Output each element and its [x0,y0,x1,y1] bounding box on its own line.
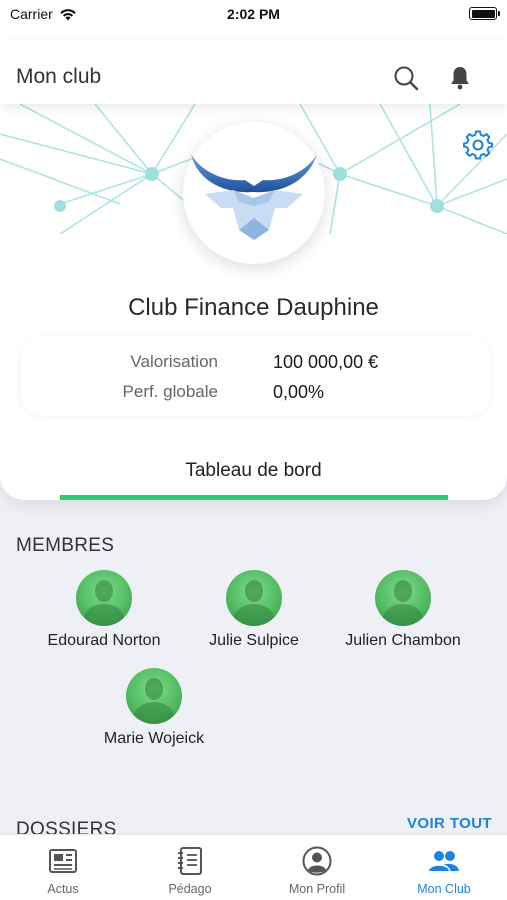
tab-label: Mon Club [417,882,471,896]
members-section-title: MEMBRES [16,535,115,556]
tab-label: Mon Profil [288,882,346,896]
stat-value: 0,00% [273,382,325,402]
bell-icon[interactable] [446,64,474,92]
stat-value: 100 000,00 € [273,352,379,372]
member-card[interactable]: Julien Chambon [328,570,478,650]
profile-icon [302,846,332,876]
club-header-card: Club Finance Dauphine Valorisation 100 0… [0,104,507,500]
group-icon [429,851,459,871]
member-name: Edourad Norton [47,632,161,649]
member-avatar [375,570,431,626]
status-bar: Carrier 2:02 PM [0,0,507,40]
club-name: Club Finance Dauphine [128,294,379,321]
member-name: Marie Wojeick [103,730,205,747]
member-avatar [126,668,182,724]
stat-label: Valorisation [130,352,218,371]
tab-actus[interactable]: Actus [0,835,126,900]
tab-dashboard[interactable]: Tableau de bord [0,460,507,482]
club-logo [183,122,325,264]
bottom-tab-bar: Actus Pédago Mon Profil Mon Club [0,834,507,900]
member-avatar [226,570,282,626]
member-card[interactable]: Edourad Norton [29,570,179,650]
search-icon[interactable] [392,64,420,92]
notebook-icon [178,847,202,875]
member-card[interactable]: Julie Sulpice [179,570,329,650]
tab-mon-profil[interactable]: Mon Profil [254,835,380,900]
bull-logo-icon [191,154,317,240]
tab-mon-club[interactable]: Mon Club [381,835,507,900]
top-navbar: Mon club [0,40,507,104]
newspaper-icon [49,849,77,873]
tab-label: Pédago [168,882,212,896]
member-avatar [76,570,132,626]
battery-icon [469,7,500,20]
see-all-link[interactable]: VOIR TOUT [407,815,492,832]
tab-active-indicator [60,495,448,500]
member-name: Julien Chambon [345,632,461,649]
tab-pedago[interactable]: Pédago [127,835,253,900]
status-time: 2:02 PM [227,6,280,22]
page-title: Mon club [16,65,102,88]
tab-label: Actus [47,882,79,896]
member-name: Julie Sulpice [209,632,299,649]
stat-label: Perf. globale [122,382,218,401]
stats-panel: Valorisation 100 000,00 € Perf. globale … [20,336,491,416]
gear-icon[interactable] [463,130,493,160]
member-card[interactable]: Marie Wojeick [79,668,229,748]
